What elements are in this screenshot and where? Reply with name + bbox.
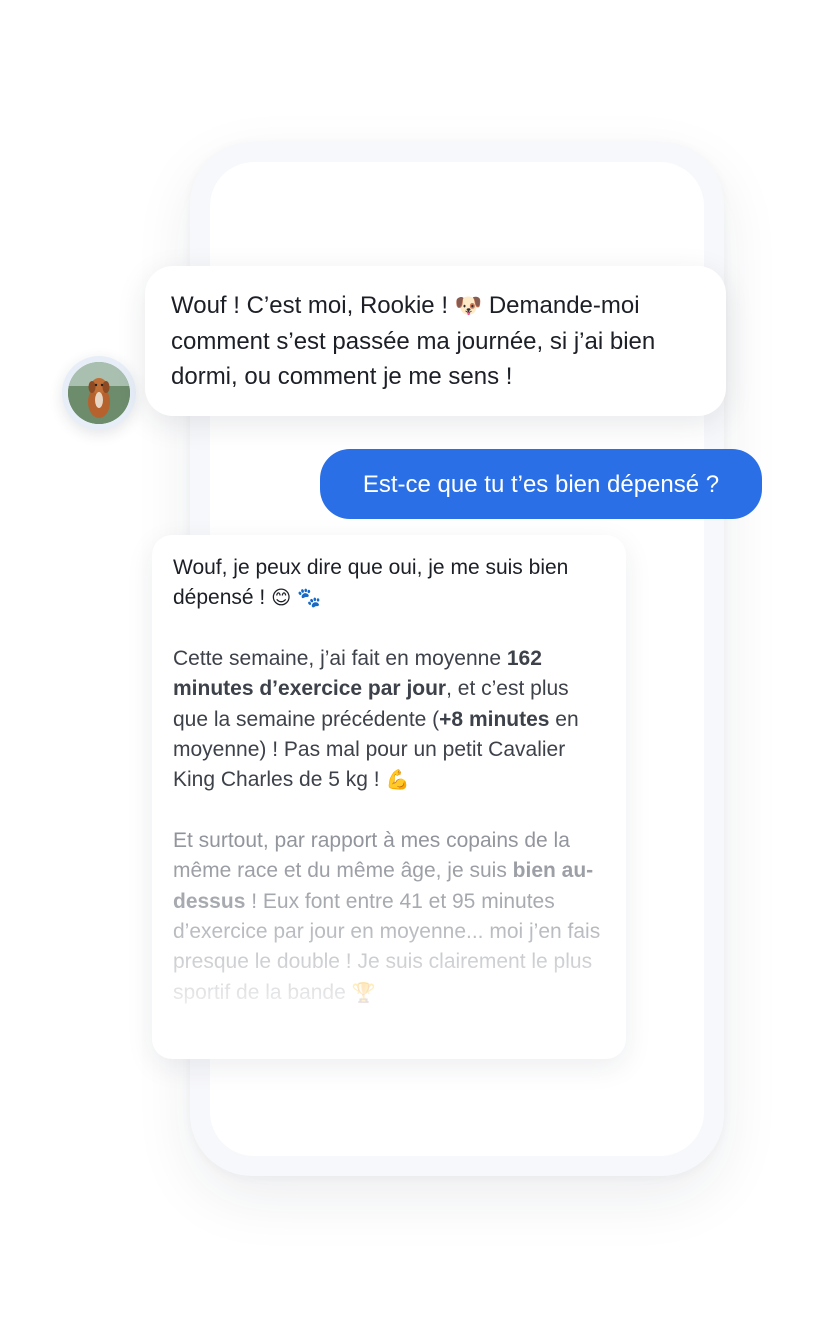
dog-photo-icon — [68, 362, 130, 424]
puppy-emoji-icon: 🐶 — [454, 294, 483, 319]
muscle-emoji-icon: 💪 — [385, 768, 410, 792]
dog-avatar-icon — [68, 362, 130, 424]
answer-paragraph-2: Cette semaine, j’ai fait en moyenne 162 … — [173, 644, 605, 796]
answer-p1-text: Wouf, je peux dire que oui, je me suis b… — [173, 556, 569, 610]
intro-message-bubble: Wouf ! C’est moi, Rookie ! 🐶 Demande-moi… — [145, 266, 726, 416]
user-message-text: Est-ce que tu t’es bien dépensé ? — [362, 470, 720, 498]
answer-paragraph-1: Wouf, je peux dire que oui, je me suis b… — [173, 553, 605, 614]
intro-text-1: Wouf ! C’est moi, Rookie ! — [171, 292, 455, 319]
avatar — [62, 356, 136, 430]
answer-p2-text-1: Cette semaine, j’ai fait en moyenne — [173, 646, 507, 670]
trophy-emoji-icon: 🏆 — [351, 980, 376, 1004]
answer-message-bubble: Wouf, je peux dire que oui, je me suis b… — [152, 535, 626, 1059]
smile-emoji-icon: 😊 — [271, 586, 292, 610]
paw-emoji-icon: 🐾 — [297, 586, 322, 610]
answer-p2-bold-2: +8 minutes — [439, 707, 550, 731]
answer-p3-text-1: Et surtout, par rapport à mes copains de… — [173, 828, 570, 883]
user-message-bubble: Est-ce que tu t’es bien dépensé ? — [320, 449, 762, 519]
answer-paragraph-3: Et surtout, par rapport à mes copains de… — [173, 826, 605, 1008]
